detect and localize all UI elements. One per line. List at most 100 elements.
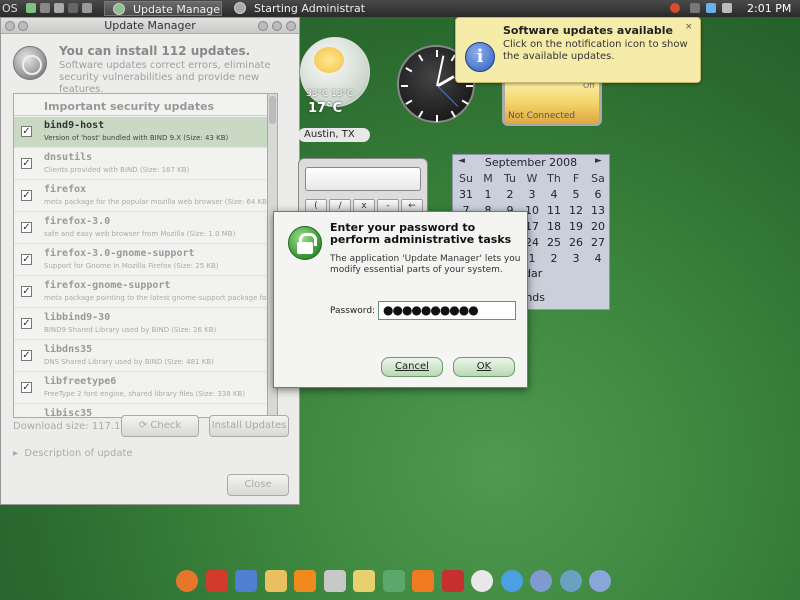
window-titlebar[interactable]: Update Manager: [1, 18, 299, 34]
updates-description: Software updates correct errors, elimina…: [59, 60, 271, 95]
calendar-day[interactable]: 4: [587, 252, 609, 265]
rss-icon[interactable]: [294, 570, 316, 592]
calendar-day[interactable]: 11: [543, 204, 565, 217]
password-field[interactable]: ●●●●●●●●●●: [378, 301, 516, 320]
youtube-icon[interactable]: [441, 570, 464, 592]
update-checkbox[interactable]: ✓: [21, 318, 32, 329]
clock-mark: [461, 99, 469, 105]
update-checkbox[interactable]: ✓: [21, 286, 32, 297]
update-checkbox[interactable]: ✓: [21, 254, 32, 265]
notification-bubble[interactable]: i Software updates available Click on th…: [455, 17, 701, 83]
update-row[interactable]: ✓ dnsutils Clients provided with BIND (S…: [14, 149, 277, 180]
calculator-widget[interactable]: ( / x - ←: [298, 158, 428, 218]
update-checkbox[interactable]: ✓: [21, 126, 32, 137]
bookmarks-icon[interactable]: [323, 570, 346, 592]
calendar-day[interactable]: 19: [565, 220, 587, 233]
package-description: safe and easy web browser from Mozilla (…: [44, 230, 236, 238]
clock-mark: [436, 50, 438, 57]
update-checkbox[interactable]: ✓: [21, 158, 32, 169]
calendar-day[interactable]: 2: [499, 188, 521, 201]
weather-city[interactable]: Austin, TX: [298, 128, 370, 142]
firefox-icon[interactable]: [176, 570, 198, 592]
calendar-day[interactable]: 6: [587, 188, 609, 201]
scrollbar-thumb[interactable]: [269, 96, 276, 124]
update-checkbox[interactable]: ✓: [21, 190, 32, 201]
files-launcher-icon[interactable]: [68, 3, 78, 13]
calendar-day[interactable]: 13: [587, 204, 609, 217]
install-updates-button[interactable]: Install Updates: [209, 415, 289, 437]
update-notifier-icon[interactable]: [670, 3, 680, 13]
calendar-day[interactable]: 18: [543, 220, 565, 233]
description-expander[interactable]: ▸ Description of update: [13, 448, 133, 459]
update-row[interactable]: ✓ firefox-3.0 safe and easy web browser …: [14, 213, 277, 244]
chat-icon[interactable]: [471, 570, 493, 592]
close-window-button[interactable]: [286, 21, 296, 31]
package-name: bind9-host: [44, 120, 105, 131]
calendar-day[interactable]: 3: [565, 252, 587, 265]
photos-icon[interactable]: [382, 570, 405, 592]
calendar-weekday: Th: [547, 172, 561, 185]
os-logo[interactable]: OS: [2, 2, 18, 15]
update-checkbox[interactable]: ✓: [21, 350, 32, 361]
notes-icon[interactable]: [264, 570, 287, 592]
update-manager-icon: [13, 46, 47, 80]
panel-clock[interactable]: 2:01 PM: [747, 2, 791, 15]
terminal-icon[interactable]: [40, 3, 50, 13]
clock-mark: [418, 54, 424, 62]
close-button[interactable]: Close: [227, 474, 289, 496]
notification-title: Software updates available: [503, 24, 674, 37]
skype-icon[interactable]: [500, 570, 523, 592]
gmail-icon[interactable]: [205, 570, 228, 592]
volume-icon[interactable]: [722, 3, 732, 13]
notification-body: Click on the notification icon to show t…: [503, 39, 688, 62]
calendar-day[interactable]: 1: [477, 188, 499, 201]
calendar-day[interactable]: 2: [543, 252, 565, 265]
calendar-day[interactable]: 5: [565, 188, 587, 201]
app-icon-1[interactable]: [530, 570, 552, 592]
update-row[interactable]: ✓ firefox-3.0-gnome-support Support for …: [14, 245, 277, 276]
app-icon-2[interactable]: [559, 570, 582, 592]
update-row[interactable]: ✓ bind9-host Version of 'host' bundled w…: [14, 117, 277, 148]
maximize-button[interactable]: [272, 21, 282, 31]
update-list[interactable]: Important security updates ✓ bind9-host …: [13, 93, 278, 418]
update-checkbox[interactable]: ✓: [21, 382, 32, 393]
dialog-message: The application 'Update Manager' lets yo…: [330, 254, 521, 275]
update-row[interactable]: ✓ libbind9-30 BIND9 Shared Library used …: [14, 309, 277, 340]
network-status: Not Connected: [508, 111, 576, 121]
info-icon: i: [465, 42, 495, 72]
app-icon-3[interactable]: [589, 570, 611, 592]
refresh-icon: ⟳: [138, 420, 151, 431]
ok-button[interactable]: OK: [453, 357, 515, 377]
lock-icon: [288, 226, 322, 260]
update-row[interactable]: ✓ libdns35 DNS Shared Library used by BI…: [14, 341, 277, 372]
network-icon[interactable]: [706, 3, 716, 13]
calendar-icon[interactable]: [235, 570, 257, 592]
cancel-button[interactable]: Cancel: [381, 357, 443, 377]
minimize-button[interactable]: [258, 21, 268, 31]
calendar-day[interactable]: 25: [543, 236, 565, 249]
power-icon[interactable]: [690, 3, 700, 13]
calendar-day[interactable]: 31: [455, 188, 477, 201]
calendar-day[interactable]: 27: [587, 236, 609, 249]
taskbar-starting-admin[interactable]: Starting Administrativ...: [226, 1, 366, 16]
taskbar-update-manager[interactable]: Update Manager: [104, 1, 222, 16]
weather-widget[interactable]: 33°C 13°C 17°C Austin, TX: [298, 35, 376, 143]
show-desktop-icon[interactable]: [82, 3, 92, 13]
package-description: Version of 'host' bundled with BIND 9.X …: [44, 134, 229, 142]
browser-launcher-icon[interactable]: [54, 3, 64, 13]
calendar-day[interactable]: 4: [543, 188, 565, 201]
calendar-day[interactable]: 26: [565, 236, 587, 249]
check-button[interactable]: ⟳ Check: [121, 415, 199, 437]
shopping-icon[interactable]: [353, 570, 375, 592]
update-checkbox[interactable]: ✓: [21, 222, 32, 233]
update-row[interactable]: ✓ libfreetype6 FreeType 2 font engine, s…: [14, 373, 277, 404]
calendar-day[interactable]: 3: [521, 188, 543, 201]
update-row[interactable]: ✓ firefox meta package for the popular m…: [14, 181, 277, 212]
launcher-icon[interactable]: [26, 3, 36, 13]
calendar-day[interactable]: 20: [587, 220, 609, 233]
install-label: Install Updates: [211, 420, 287, 431]
blogger-icon[interactable]: [412, 570, 434, 592]
calendar-day[interactable]: 12: [565, 204, 587, 217]
update-row[interactable]: ✓ firefox-gnome-support meta package poi…: [14, 277, 277, 308]
notification-close-icon[interactable]: ×: [685, 22, 693, 32]
